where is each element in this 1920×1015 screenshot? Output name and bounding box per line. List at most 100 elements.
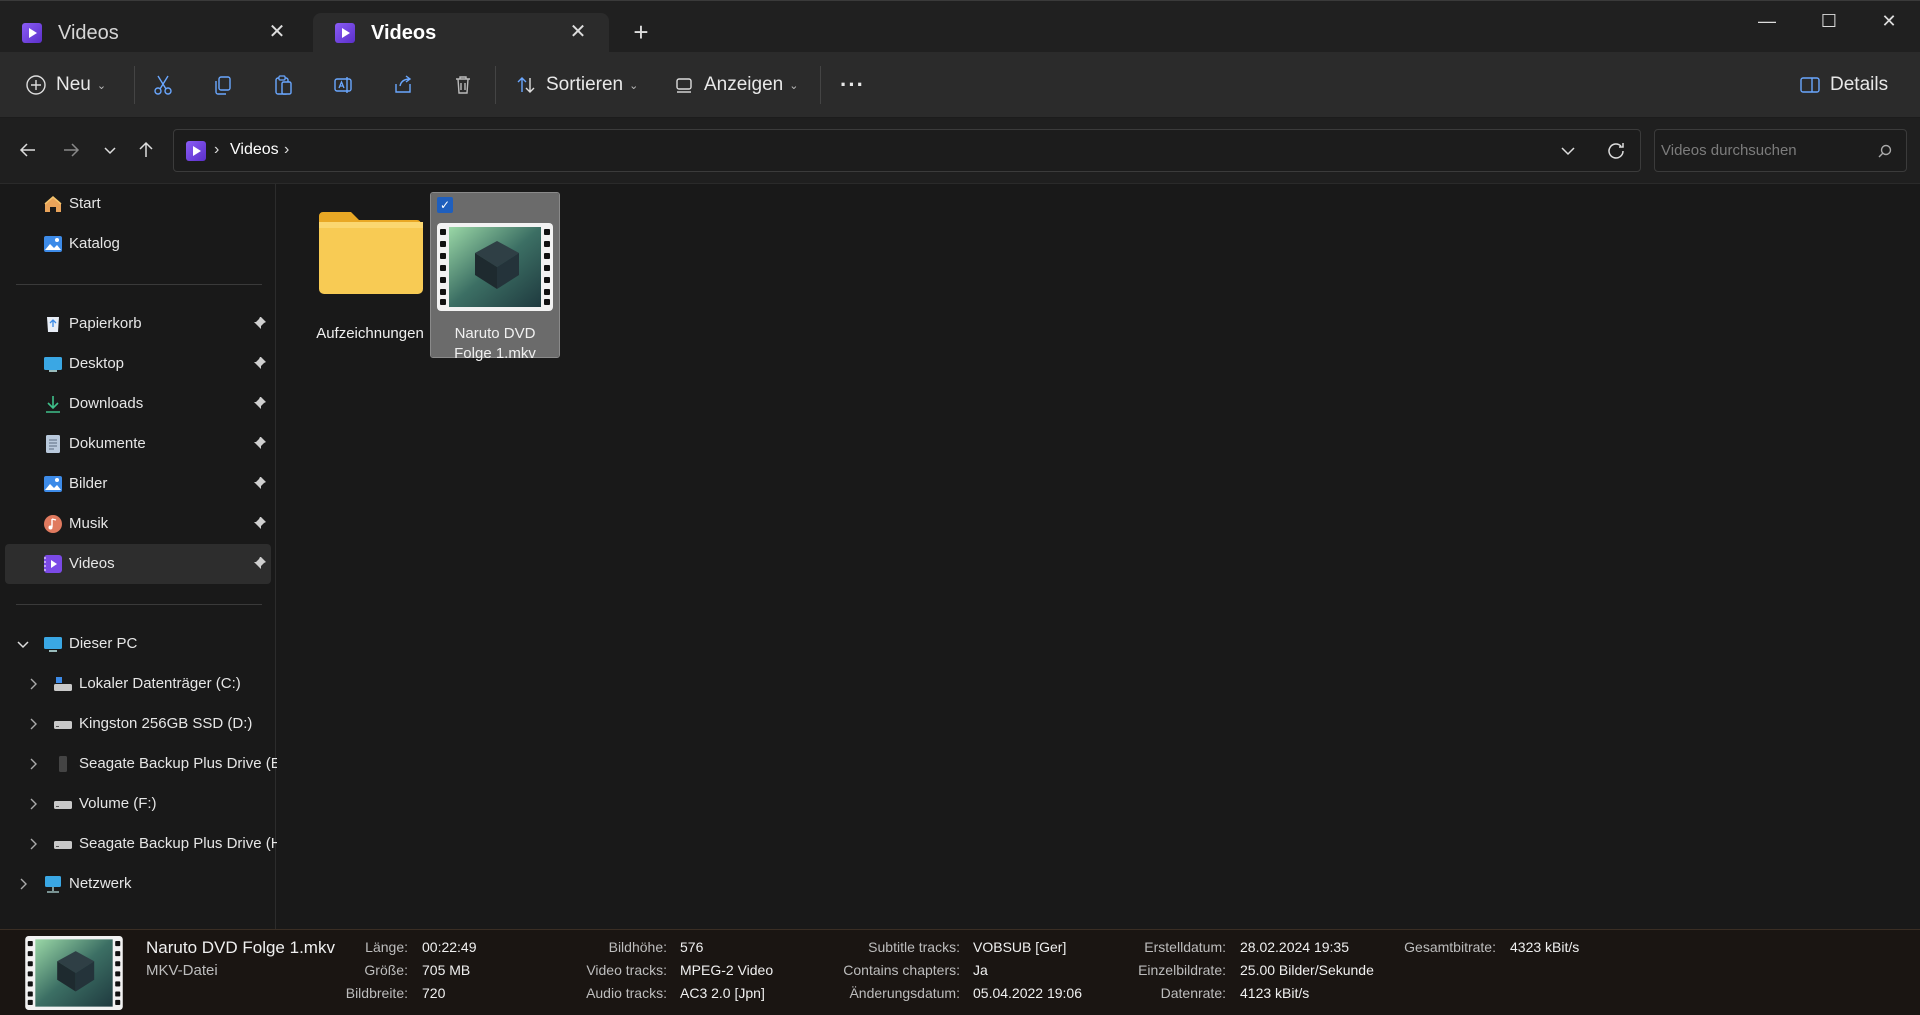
chevron-right-icon[interactable] [25,676,41,692]
network-icon [43,874,63,894]
prop-value: 576 [680,939,704,955]
refresh-button[interactable] [1604,139,1628,163]
sidebar-item-label: Kingston 256GB SSD (D:) [79,715,253,732]
prop-key: Bildbreite: [345,985,408,1001]
pin-icon[interactable] [253,316,267,330]
address-bar[interactable]: › Videos › [173,129,1641,172]
sidebar-item-label: Bilder [69,475,108,492]
prop-key: Contains chapters: [843,962,960,978]
chevron-down-icon [1561,147,1575,156]
file-list[interactable]: Aufzeichnungen ✓ Naruto DVD Folge 1.mkv [277,184,1920,929]
divider [16,604,262,605]
view-button[interactable]: Anzeigen ⌄ [664,64,798,106]
details-button[interactable]: Details [1790,64,1888,106]
sidebar-item-drive-h[interactable]: Seagate Backup Plus Drive (H [5,824,282,864]
sidebar-item-drive-e[interactable]: Seagate Backup Plus Drive (E [5,744,281,784]
sidebar-item-drive-c[interactable]: Lokaler Datenträger (C:) [5,664,271,704]
file-name-line1: Naruto DVD [454,325,536,342]
breadcrumb-videos[interactable]: Videos [230,141,279,159]
pin-icon[interactable] [253,516,267,530]
more-options-button[interactable]: ··· [832,64,873,106]
pin-icon[interactable] [253,396,267,410]
file-name: Aufzeichnungen [316,325,424,342]
prop-key: Bildhöhe: [608,939,667,955]
recycle-bin-icon [43,314,63,334]
details-label: Details [1830,74,1889,95]
pin-icon[interactable] [253,356,267,370]
sidebar-item-drive-f[interactable]: Volume (F:) [5,784,271,824]
chevron-right-icon[interactable] [25,836,41,852]
address-dropdown-button[interactable] [1556,139,1580,163]
pin-icon[interactable] [253,476,267,490]
share-button[interactable] [383,64,423,106]
search-input[interactable] [1655,130,1870,171]
copy-icon [203,64,243,106]
videos-icon [335,23,355,43]
rename-button[interactable] [323,64,363,106]
pictures-icon [43,474,63,494]
paste-button[interactable] [263,64,303,106]
pin-icon[interactable] [253,556,267,570]
copy-button[interactable] [203,64,243,106]
tab-videos-2[interactable]: Videos ✕ [313,13,609,53]
prop-key: Video tracks: [586,962,667,978]
cut-icon [143,64,183,106]
close-window-button[interactable]: ✕ [1866,7,1912,35]
breadcrumb-separator[interactable]: › [214,141,219,159]
minimize-button[interactable]: — [1744,7,1790,35]
folder-item[interactable]: Aufzeichnungen [306,193,434,357]
sidebar-item-pictures[interactable]: Bilder [5,464,271,504]
back-button[interactable] [12,134,44,166]
sidebar-item-drive-d[interactable]: Kingston 256GB SSD (D:) [5,704,271,744]
share-icon [383,64,423,106]
breadcrumb-separator[interactable]: › [284,141,289,159]
chevron-right-icon[interactable] [25,716,41,732]
refresh-icon [1608,143,1624,159]
sort-button[interactable]: Sortieren ⌄ [506,64,638,106]
prop-key: Erstelldatum: [1144,939,1226,955]
sidebar-item-catalog[interactable]: Katalog [5,224,271,264]
video-file-item[interactable]: ✓ Naruto DVD Folge 1.mkv [430,192,560,362]
sidebar-item-music[interactable]: Musik [5,504,271,544]
external-drive-icon [53,754,73,774]
search-box[interactable] [1654,129,1907,172]
videos-icon [43,554,63,574]
drive-icon [53,834,73,854]
close-tab-icon[interactable]: ✕ [567,21,589,43]
sidebar-item-label: Start [69,195,101,212]
prop-key: Datenrate: [1160,985,1226,1001]
cut-button[interactable] [143,64,183,106]
new-button[interactable]: Neu ⌄ [16,64,106,106]
chevron-right-icon[interactable] [25,756,41,772]
sidebar-item-start[interactable]: Start [5,184,271,224]
chevron-down-icon[interactable] [15,636,31,652]
prop-value: 25.00 Bilder/Sekunde [1240,962,1374,978]
chevron-right-icon[interactable] [25,796,41,812]
sidebar-item-this-pc[interactable]: Dieser PC [5,624,271,664]
search-icon[interactable] [1876,142,1894,160]
new-tab-button[interactable]: + [628,19,654,45]
sidebar-item-desktop[interactable]: Desktop [5,344,271,384]
arrow-up-icon [139,141,153,157]
checkbox[interactable]: ✓ [437,197,453,213]
up-button[interactable] [130,134,162,166]
prop-key: Größe: [364,962,408,978]
pin-icon[interactable] [253,436,267,450]
forward-button[interactable] [55,134,87,166]
recent-locations-button[interactable] [94,134,126,166]
file-name: Naruto DVD Folge 1.mkv [431,324,559,364]
sidebar-item-documents[interactable]: Dokumente [5,424,271,464]
sidebar-item-downloads[interactable]: Downloads [5,384,271,424]
chevron-right-icon[interactable] [15,876,31,892]
prop-value: 28.02.2024 19:35 [1240,939,1349,955]
sidebar-item-label: Dokumente [69,435,146,452]
sidebar-item-network[interactable]: Netzwerk [5,864,271,904]
sidebar-item-videos[interactable]: Videos [5,544,271,584]
sidebar-item-recycle-bin[interactable]: Papierkorb [5,304,271,344]
delete-button[interactable] [443,64,483,106]
videos-icon [22,23,42,43]
maximize-button[interactable]: ☐ [1806,7,1852,35]
close-tab-icon[interactable]: ✕ [266,21,288,43]
home-icon [43,194,63,214]
tab-videos-1[interactable]: Videos ✕ [0,13,308,53]
